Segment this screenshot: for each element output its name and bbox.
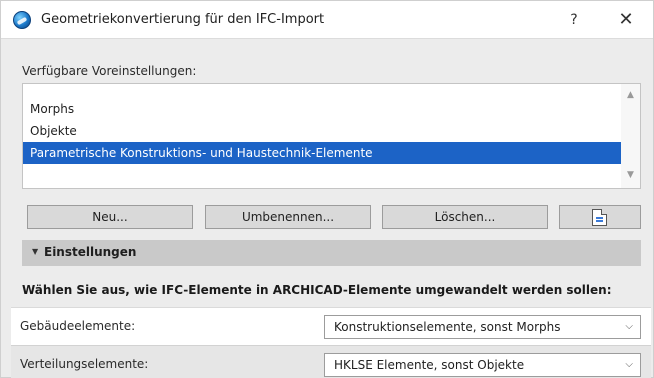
export-button[interactable] — [559, 205, 641, 229]
distribution-elements-select[interactable]: HKLSE Elemente, sonst Objekte ⌵ — [324, 353, 641, 377]
presets-scrollbar[interactable]: ▲ ▼ — [621, 84, 640, 188]
presets-label: Verfügbare Voreinstellungen: — [22, 64, 197, 78]
settings-section-header[interactable]: ▼ Einstellungen — [22, 240, 641, 266]
presets-list[interactable]: Morphs Objekte Parametrische Konstruktio… — [22, 83, 641, 189]
preset-item-objekte[interactable]: Objekte — [23, 120, 621, 142]
help-button[interactable]: ? — [562, 9, 586, 31]
document-export-icon — [592, 209, 607, 226]
scroll-down-icon[interactable]: ▼ — [625, 170, 636, 181]
building-elements-row: Gebäudeelemente: Konstruktionselemente, … — [11, 307, 651, 345]
new-button[interactable]: Neu... — [27, 205, 193, 229]
caret-down-icon: ▼ — [32, 247, 39, 256]
distribution-elements-label: Verteilungselemente: — [20, 357, 149, 371]
settings-header-label: Einstellungen — [44, 245, 137, 259]
window-title: Geometriekonvertierung für den IFC-Impor… — [41, 12, 325, 27]
ifc-import-dialog: Geometriekonvertierung für den IFC-Impor… — [0, 0, 654, 378]
instruction-text: Wählen Sie aus, wie IFC-Elemente in ARCH… — [22, 283, 612, 297]
building-elements-value: Konstruktionselemente, sonst Morphs — [334, 320, 561, 334]
building-elements-select[interactable]: Konstruktionselemente, sonst Morphs ⌵ — [324, 315, 641, 339]
rename-button[interactable]: Umbenennen... — [205, 205, 371, 229]
delete-button[interactable]: Löschen... — [382, 205, 548, 229]
preset-item-morphs[interactable]: Morphs — [23, 98, 621, 120]
building-elements-label: Gebäudeelemente: — [20, 319, 136, 333]
distribution-elements-value: HKLSE Elemente, sonst Objekte — [334, 358, 525, 372]
distribution-elements-row: Verteilungselemente: HKLSE Elemente, son… — [11, 345, 651, 378]
title-bar: Geometriekonvertierung für den IFC-Impor… — [1, 1, 653, 39]
archicad-globe-icon — [13, 11, 31, 29]
preset-item-parametric[interactable]: Parametrische Konstruktions- und Haustec… — [23, 142, 621, 164]
close-button[interactable]: ✕ — [613, 8, 639, 32]
chevron-down-icon: ⌵ — [625, 321, 633, 332]
scroll-up-icon[interactable]: ▲ — [625, 90, 636, 101]
chevron-down-icon: ⌵ — [625, 359, 633, 370]
